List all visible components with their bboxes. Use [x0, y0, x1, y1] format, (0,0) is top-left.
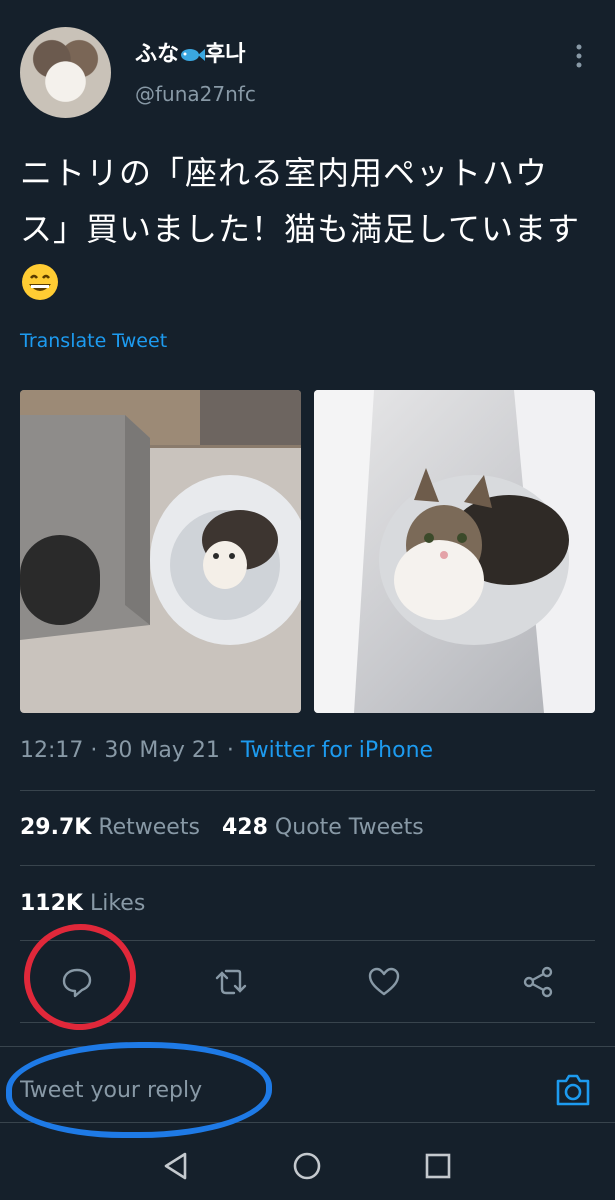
- tweet-source-link[interactable]: Twitter for iPhone: [241, 738, 433, 763]
- quote-tweets-count: 428: [222, 815, 268, 840]
- divider: [20, 790, 595, 791]
- tweet-time: 12:17 · 30 May 21 ·: [20, 738, 241, 763]
- red-annotation-circle: [18, 918, 142, 1036]
- retweets-stat[interactable]: 29.7K Retweets: [20, 815, 200, 840]
- share-button[interactable]: [518, 962, 558, 1002]
- quote-tweets-label: Quote Tweets: [267, 815, 424, 840]
- grinning-emoji-icon: [22, 264, 58, 300]
- translate-tweet-link[interactable]: Translate Tweet: [20, 330, 167, 352]
- recents-square-icon[interactable]: [420, 1148, 456, 1184]
- blue-annotation-circle: [6, 1042, 272, 1138]
- display-name-suffix: 후나: [205, 42, 246, 67]
- tweet-photo-1[interactable]: [20, 390, 301, 713]
- tweet-timestamp: 12:17 · 30 May 21 · Twitter for iPhone: [20, 738, 433, 763]
- tweet-text-body: ニトリの「座れる室内用ペットハウス」買いました！猫も満足しています: [20, 154, 581, 248]
- likes-count: 112K: [20, 891, 83, 916]
- back-triangle-icon[interactable]: [158, 1148, 194, 1184]
- quote-tweets-stat[interactable]: 428 Quote Tweets: [222, 815, 424, 840]
- user-handle[interactable]: @funa27nfc: [135, 82, 256, 106]
- photo-1-illustration: [20, 390, 301, 645]
- heart-icon: [368, 967, 400, 996]
- avatar[interactable]: [20, 27, 111, 118]
- retweet-button[interactable]: [211, 962, 251, 1002]
- divider: [20, 865, 595, 866]
- tweet-text: ニトリの「座れる室内用ペットハウス」買いました！猫も満足しています: [20, 145, 595, 313]
- display-name[interactable]: ふな 후나: [135, 36, 246, 68]
- like-button[interactable]: [364, 962, 404, 1002]
- likes-stat[interactable]: 112K Likes: [20, 891, 145, 916]
- likes-label: Likes: [82, 891, 146, 916]
- share-icon: [523, 966, 553, 998]
- retweets-label: Retweets: [91, 815, 200, 840]
- retweet-icon: [215, 969, 247, 995]
- fish-emoji-icon: [181, 49, 206, 61]
- display-name-text: ふな: [135, 42, 180, 67]
- camera-icon[interactable]: [554, 1072, 592, 1108]
- photo-2-illustration: [314, 390, 595, 713]
- more-vertical-icon[interactable]: [571, 42, 587, 70]
- tweet-photo-2[interactable]: [314, 390, 595, 713]
- home-circle-icon[interactable]: [289, 1148, 325, 1184]
- retweets-count: 29.7K: [20, 815, 92, 840]
